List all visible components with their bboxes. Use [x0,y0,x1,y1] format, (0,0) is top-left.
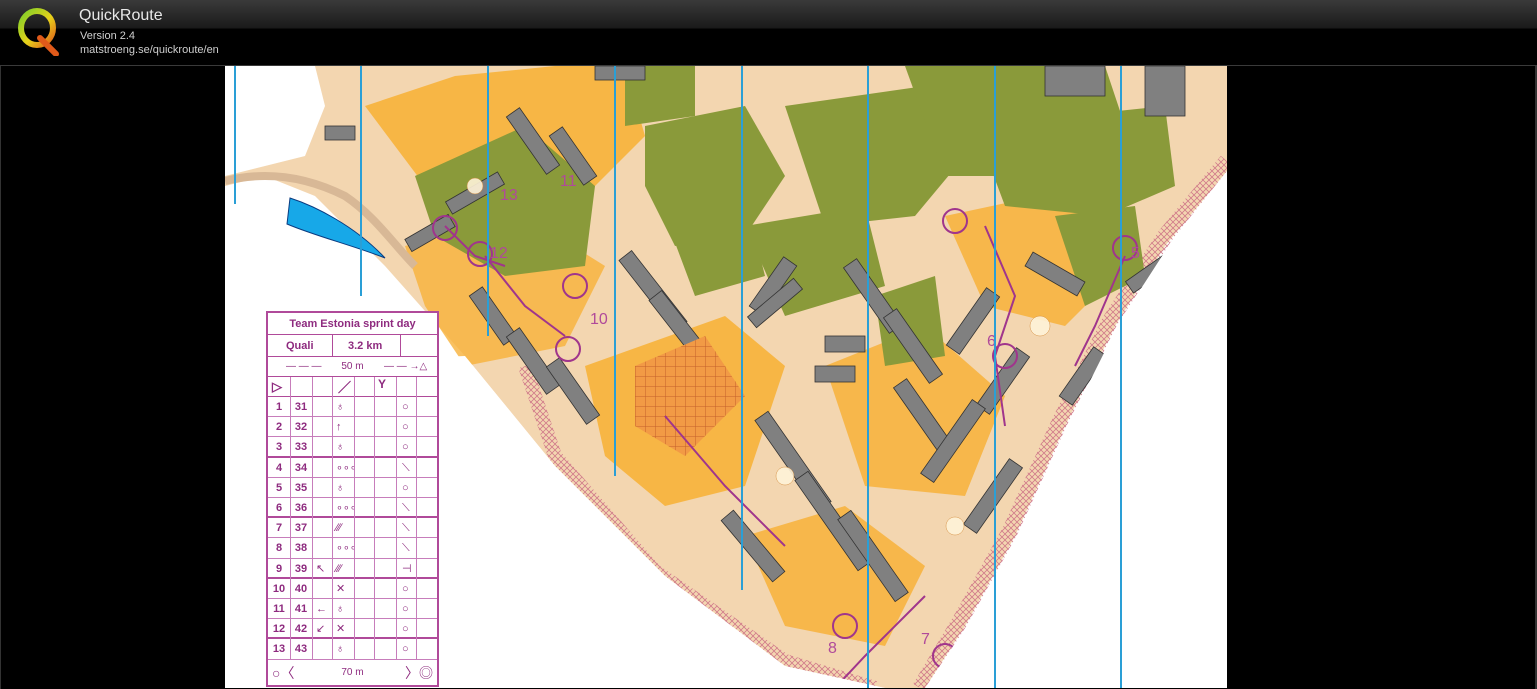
legend-control-code: 31 [294,401,308,413]
legend-control-row: 3 33 ♁ ○ [268,437,437,458]
legend-control-row: 7 37 ∕∕∕ ⟍ [268,518,437,539]
legend-control-number: 11 [273,603,285,615]
legend-control-number: 6 [275,502,283,514]
location-symbol-icon: ○ [402,421,409,434]
legend-control-number: 5 [275,481,283,494]
control-label-5: 5 [1131,245,1140,262]
legend-control-row: 12 42 ↙ ✕ ○ [268,619,437,640]
feature-symbol-icon: ♁ [336,401,345,413]
title-bar: QuickRoute Version 2.4 matstroeng.se/qui… [0,0,1537,66]
legend-control-row: 13 43 ♁ ○ [268,639,437,660]
orienteering-map[interactable]: 13 11 12 10 6 5 8 7 Team Estonia sprint … [225,66,1227,688]
location-symbol-icon: ○ [402,441,409,454]
legend-control-number: 8 [275,542,283,555]
control-label-8: 8 [828,640,837,657]
slash-icon: ／ [338,380,352,395]
location-symbol-icon: ⟍ [402,502,410,514]
location-symbol-icon: ○ [402,643,409,656]
location-symbol-icon: ⊣ [402,562,412,575]
legend-class: Quali [286,340,314,352]
legend-event-title: Team Estonia sprint day [268,313,437,335]
start-triangle-icon: ▷ [272,379,282,394]
finish-circle-icon: 〉◎ [405,665,433,681]
control-label-13: 13 [500,187,518,204]
legend-control-number: 12 [272,623,286,636]
legend-control-row: 9 39 ↖ ∕∕∕ ⊣ [268,559,437,579]
feature-symbol-icon: ✕ [336,623,346,636]
app-url-link[interactable]: matstroeng.se/quickroute/en [80,44,219,56]
feature-symbol-icon: ♁ [336,441,345,454]
feature-symbol-icon: ↑ [336,421,342,434]
legend-control-number: 1 [275,401,283,413]
feature-symbol-icon: ♁ [336,481,345,494]
legend-control-number: 13 [272,643,286,656]
control-label-12: 12 [490,245,508,262]
location-symbol-icon: ⟍ [402,461,410,474]
legend-control-number: 7 [275,522,283,535]
feature-symbol-icon: ♁ [336,643,345,656]
finish-start-icon: ○〈 [272,665,295,681]
dashed-line-icon: — — — [286,361,322,372]
legend-divider [332,335,333,357]
legend-control-code: 38 [294,542,308,555]
control-label-10: 10 [590,311,608,328]
legend-start-distance: 50 m [341,361,364,372]
control-descriptions-legend: Team Estonia sprint day Quali 3.2 km — —… [266,311,439,687]
legend-control-row: 11 41 ← ♁ ○ [268,599,437,620]
location-symbol-icon: ○ [402,401,409,413]
direction-symbol-icon: ↙ [316,623,326,636]
legend-control-code: 35 [294,481,308,494]
location-symbol-icon: ○ [402,481,409,494]
app-title: QuickRoute [79,7,163,24]
location-symbol-icon: ○ [402,603,409,615]
direction-symbol-icon: ↖ [316,562,326,575]
legend-control-number: 9 [275,562,283,575]
legend-control-code: 39 [294,562,308,575]
legend-control-number: 2 [275,421,283,434]
legend-control-code: 40 [294,582,308,595]
legend-control-code: 41 [294,603,308,615]
quickroute-logo-icon [18,8,59,56]
feature-symbol-icon: ∕∕∕ [336,522,342,535]
control-label-7: 7 [921,631,930,648]
location-symbol-icon: ○ [402,582,409,595]
legend-control-code: 43 [294,643,308,656]
legend-control-row: 4 34 ∘∘∘ ⟍ [268,458,437,478]
legend-control-code: 34 [294,461,308,474]
legend-control-code: 42 [294,623,308,636]
feature-symbol-icon: ∕∕∕ [336,562,342,575]
legend-finish-distance: 70 m [341,667,364,678]
feature-symbol-icon: ✕ [336,582,346,595]
junction-icon: Y [378,377,387,391]
legend-control-number: 3 [275,441,283,454]
location-symbol-icon: ⟍ [402,542,410,555]
feature-symbol-icon: ♁ [336,603,345,615]
legend-control-row: 6 36 ∘∘∘ ⟍ [268,498,437,519]
direction-symbol-icon: ← [316,603,327,615]
location-symbol-icon: ⟍ [402,522,410,535]
legend-start-scale: — — — 50 m — — →△ [268,357,437,377]
legend-control-code: 37 [294,522,308,535]
legend-control-row: 8 38 ∘∘∘ ⟍ [268,538,437,559]
legend-control-code: 32 [294,421,308,434]
legend-control-number: 10 [272,582,286,595]
legend-control-row: 2 32 ↑ ○ [268,417,437,438]
legend-column-header: ▷ ／ Y [268,377,437,397]
app-version: Version 2.4 [80,30,136,42]
legend-control-code: 33 [294,441,308,454]
legend-length: 3.2 km [348,340,383,352]
legend-finish-scale: ○〈 70 m 〉◎ [268,661,437,685]
legend-course-header: Quali 3.2 km [268,335,437,357]
legend-divider [400,335,401,357]
legend-control-code: 36 [294,502,308,514]
legend-control-row: 10 40 ✕ ○ [268,579,437,599]
legend-control-row: 1 31 ♁ ○ [268,397,437,418]
frame-border-left [0,66,1,689]
arrow-to-triangle-icon: — — →△ [384,361,428,372]
legend-control-row: 5 35 ♁ ○ [268,478,437,498]
location-symbol-icon: ○ [402,623,409,636]
legend-control-number: 4 [275,461,283,474]
control-label-11: 11 [560,173,577,190]
